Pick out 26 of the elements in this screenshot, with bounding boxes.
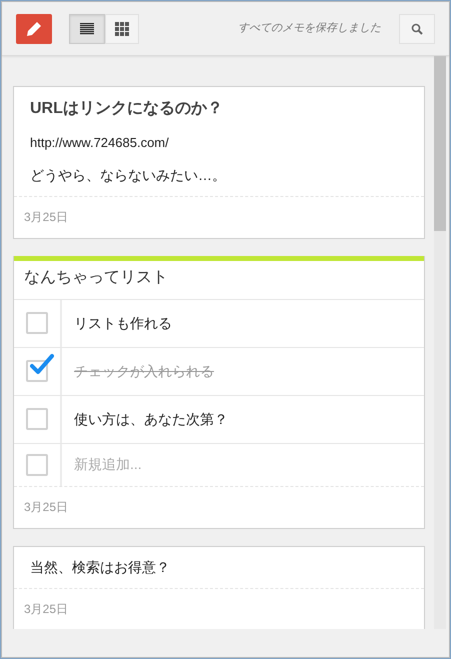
- search-icon: [411, 22, 423, 34]
- list-view-icon: [80, 22, 94, 34]
- note-date: 3月25日: [24, 500, 68, 514]
- note-card[interactable]: URLはリンクになるのか？ http://www.724685.com/ どうやら、ならないみたい…。 3月25日: [13, 86, 425, 238]
- note-card[interactable]: なんちゃってリスト リストも作れる チェックが入れられる 使い方は、あなた次第？ 新規追加... 3月25日: [13, 256, 425, 528]
- list-item-text: チェックが入れられる: [74, 362, 214, 380]
- list-item-text: リストも作れる: [74, 314, 172, 332]
- view-toggle[interactable]: [105, 14, 139, 44]
- save-status: すべてのメモを保存しました: [238, 21, 381, 36]
- checkbox[interactable]: [26, 352, 54, 382]
- note-text: どうやら、ならないみたい…。: [30, 166, 227, 184]
- list-item-text: 使い方は、あなた次第？: [74, 410, 228, 428]
- url-text: http://www.724685.com/: [30, 134, 170, 152]
- note-date: 3月25日: [24, 602, 68, 616]
- search-button[interactable]: [399, 14, 435, 44]
- note-text: 当然、検索はお得意？: [30, 558, 171, 576]
- view-toggle[interactable]: [69, 14, 105, 44]
- note-title: なんちゃってリスト: [23, 268, 169, 288]
- pencil-icon: [26, 20, 42, 36]
- note-date: 3月25日: [24, 210, 68, 224]
- new-note-button[interactable]: [16, 14, 52, 44]
- grid-view-icon: [115, 22, 129, 36]
- note-card[interactable]: 当然、検索はお得意？ 3月25日: [13, 546, 425, 629]
- scrollbar-thumb[interactable]: [434, 56, 446, 231]
- note-title: URLはリンクになるのか？: [30, 99, 224, 119]
- new-item-field[interactable]: 新規追加...: [74, 444, 424, 486]
